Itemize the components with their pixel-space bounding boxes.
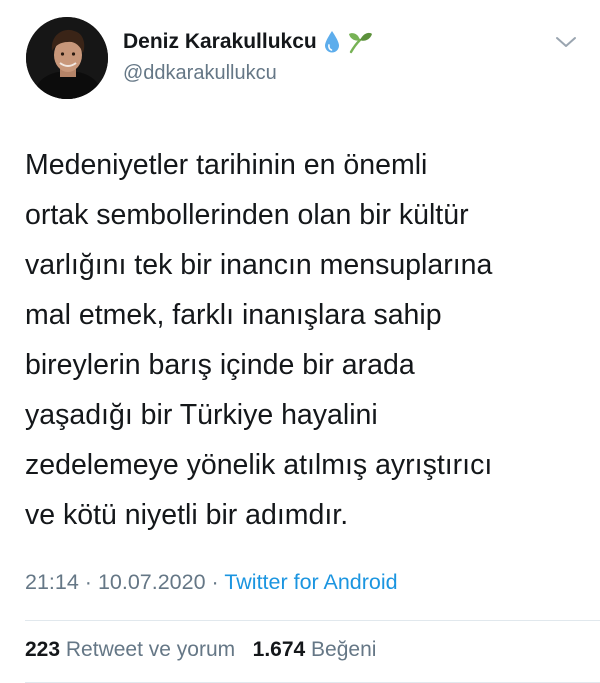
likes-count: 1.674 <box>252 638 306 661</box>
tweet-source-link[interactable]: Twitter for Android <box>224 570 397 594</box>
tweet-metadata: 21:14 · 10.07.2020 · Twitter for Android <box>25 570 398 595</box>
retweets-stat[interactable]: 223 Retweet ve yorum <box>25 638 241 661</box>
author-name-row[interactable]: Deniz Karakullukcu <box>123 30 373 54</box>
tweet-date[interactable]: 10.07.2020 <box>98 570 206 594</box>
tweet-text-line: ortak sembollerinden olan bir kültür <box>25 199 469 231</box>
tweet-text-line: mal etmek, farklı inanışlara sahip <box>25 299 442 331</box>
author-handle[interactable]: @ddkarakullukcu <box>123 62 277 85</box>
meta-separator: · <box>84 570 92 594</box>
tweet-text-line: Medeniyetler tarihinin en önemli <box>25 149 428 181</box>
chevron-down-icon[interactable] <box>554 34 578 50</box>
likes-stat[interactable]: 1.674 Beğeni <box>253 638 377 661</box>
tweet-text-line: varlığını tek bir inancın mensuplarına <box>25 249 493 281</box>
tweet-time[interactable]: 21:14 <box>25 570 79 594</box>
retweets-count: 223 <box>25 638 61 661</box>
tweet-text-line: yaşadığı bir Türkiye hayalini <box>25 399 378 431</box>
engagement-stats: 223 Retweet ve yorum 1.674 Beğeni <box>25 638 376 662</box>
tweet-card: Deniz Karakullukcu @ddkarakullukcu Meden… <box>0 0 600 683</box>
retweets-label: Retweet ve yorum <box>65 638 236 661</box>
tweet-text: Medeniyetler tarihinin en önemli ortak s… <box>25 140 585 540</box>
seedling-icon <box>347 30 373 54</box>
likes-label: Beğeni <box>311 638 377 661</box>
tweet-text-line: ve kötü niyetli bir adımdır. <box>25 499 349 531</box>
avatar[interactable] <box>26 17 108 99</box>
display-name[interactable]: Deniz Karakullukcu <box>123 30 317 54</box>
droplet-icon <box>323 30 341 54</box>
meta-separator: · <box>211 570 219 594</box>
tweet-text-line: bireylerin barış içinde bir arada <box>25 349 415 381</box>
tweet-text-line: zedelemeye yönelik atılmış ayrıştırıcı <box>25 449 493 481</box>
divider <box>25 620 600 621</box>
